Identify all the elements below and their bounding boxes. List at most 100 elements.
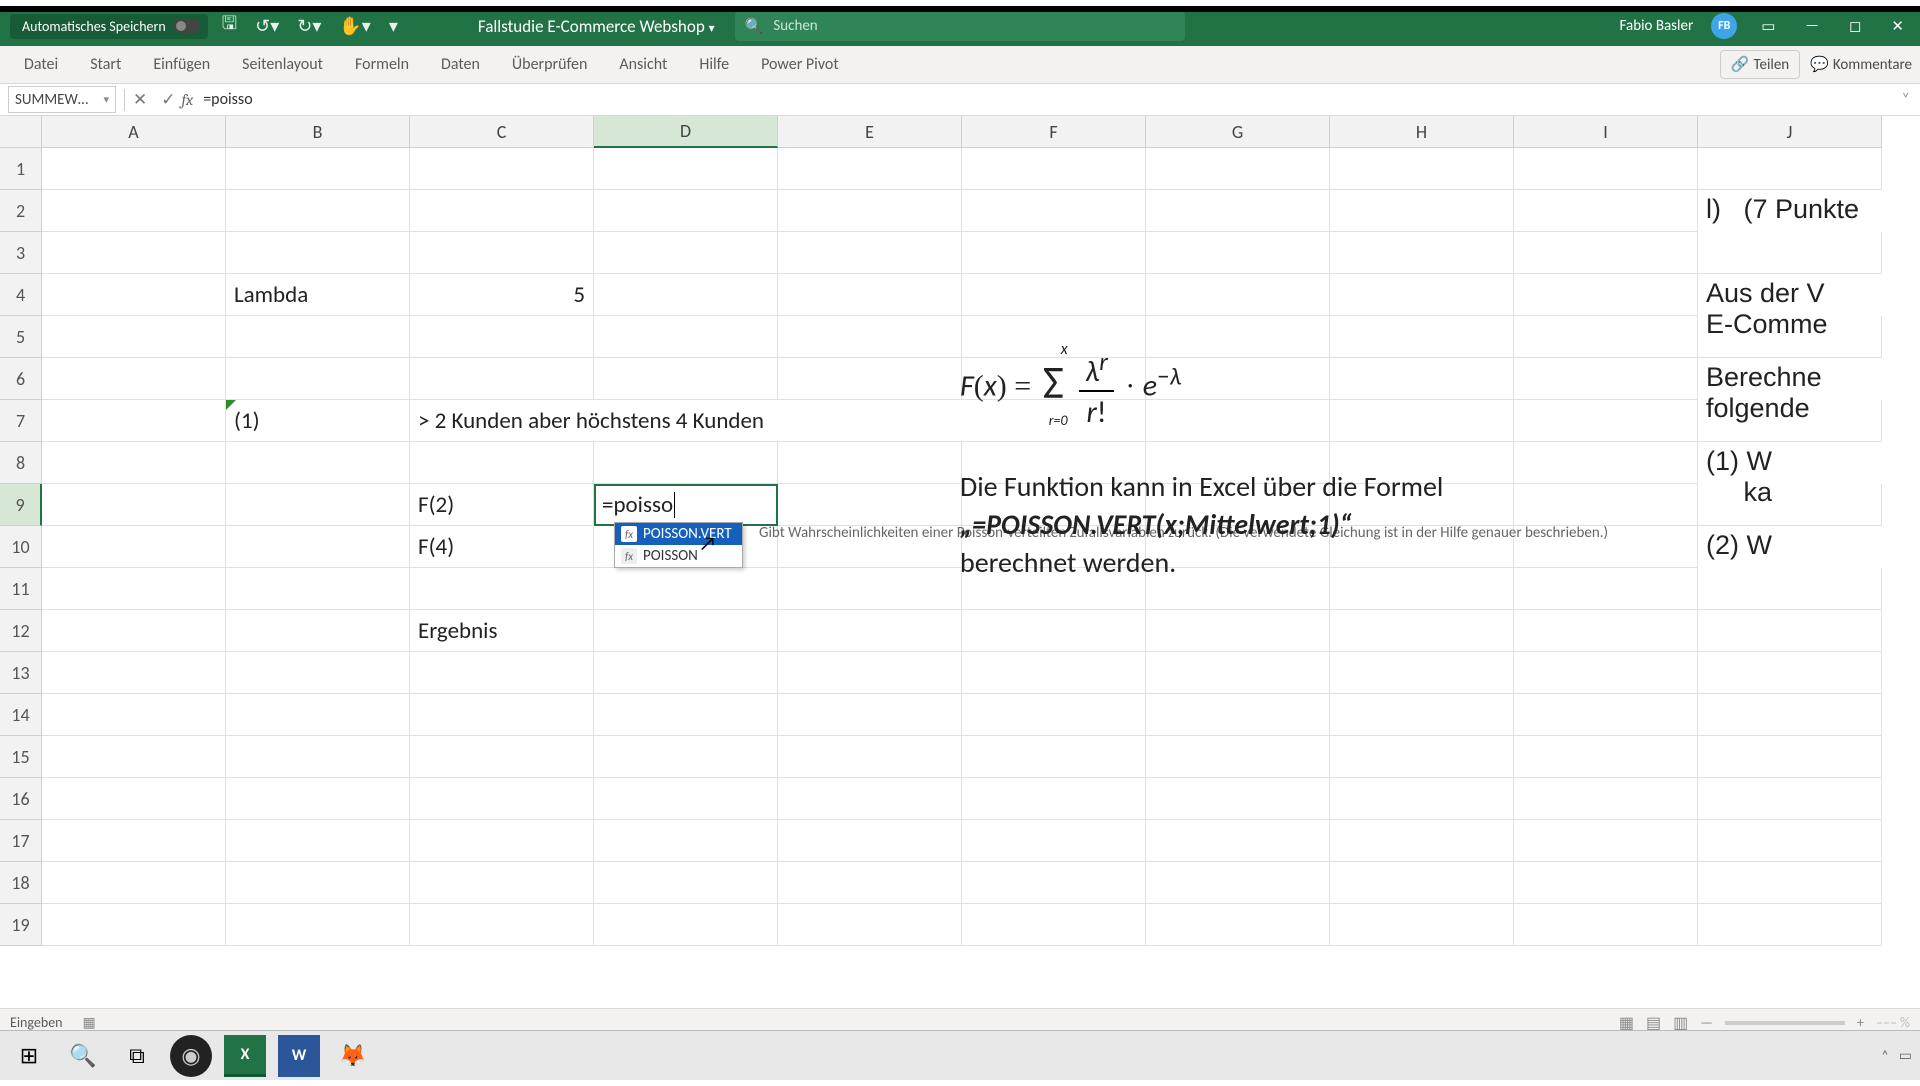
cell-H16[interactable] [1330, 778, 1514, 820]
cell-C2[interactable] [410, 190, 594, 232]
cell-F16[interactable] [962, 778, 1146, 820]
cell-D13[interactable] [594, 652, 778, 694]
cell-A12[interactable] [42, 610, 226, 652]
cell-H18[interactable] [1330, 862, 1514, 904]
cell-G12[interactable] [1146, 610, 1330, 652]
cell-H4[interactable] [1330, 274, 1514, 316]
cell-C7[interactable]: > 2 Kunden aber höchstens 4 Kunden [410, 400, 962, 442]
formula-expand-icon[interactable]: ˅ [1901, 90, 1910, 109]
cell-H1[interactable] [1330, 148, 1514, 190]
row-header-1[interactable]: 1 [0, 148, 42, 190]
cell-C13[interactable] [410, 652, 594, 694]
cell-B15[interactable] [226, 736, 410, 778]
cell-A10[interactable] [42, 526, 226, 568]
close-icon[interactable]: ✕ [1885, 17, 1910, 36]
cell-G15[interactable] [1146, 736, 1330, 778]
autocomplete-item[interactable]: fxPOISSON [615, 545, 742, 567]
cell-A5[interactable] [42, 316, 226, 358]
cell-I12[interactable] [1514, 610, 1698, 652]
cell-E8[interactable] [778, 442, 962, 484]
row-header-10[interactable]: 10 [0, 526, 42, 568]
cell-I3[interactable] [1514, 232, 1698, 274]
cell-C8[interactable] [410, 442, 594, 484]
row-header-17[interactable]: 17 [0, 820, 42, 862]
cell-I14[interactable] [1514, 694, 1698, 736]
cell-F2[interactable] [962, 190, 1146, 232]
cell-B5[interactable] [226, 316, 410, 358]
cell-I2[interactable] [1514, 190, 1698, 232]
cell-I7[interactable] [1514, 400, 1698, 442]
row-header-3[interactable]: 3 [0, 232, 42, 274]
column-header-I[interactable]: I [1514, 116, 1698, 148]
cell-I11[interactable] [1514, 568, 1698, 610]
fx-icon[interactable]: fx [182, 91, 194, 109]
start-button[interactable]: ⊞ [8, 1035, 50, 1077]
editing-cell[interactable]: =poisso [594, 484, 778, 526]
cell-E2[interactable] [778, 190, 962, 232]
cell-E17[interactable] [778, 820, 962, 862]
cell-D4[interactable] [594, 274, 778, 316]
cell-H5[interactable] [1330, 316, 1514, 358]
zoom-in-icon[interactable]: + [1857, 1014, 1864, 1031]
row-header-11[interactable]: 11 [0, 568, 42, 610]
cell-F13[interactable] [962, 652, 1146, 694]
save-icon[interactable]: 🖫 [222, 11, 237, 41]
cancel-formula-icon[interactable]: ✕ [133, 89, 147, 110]
ribbon-display-icon[interactable]: ▭ [1755, 17, 1781, 36]
cell-D2[interactable] [594, 190, 778, 232]
cell-D1[interactable] [594, 148, 778, 190]
cell-D17[interactable] [594, 820, 778, 862]
row-header-15[interactable]: 15 [0, 736, 42, 778]
cell-A9[interactable] [42, 484, 226, 526]
cell-I18[interactable] [1514, 862, 1698, 904]
cell-J19[interactable] [1698, 904, 1882, 946]
cell-F3[interactable] [962, 232, 1146, 274]
ribbon-tab-daten[interactable]: Daten [425, 47, 496, 82]
cell-C14[interactable] [410, 694, 594, 736]
cell-B1[interactable] [226, 148, 410, 190]
cell-G16[interactable] [1146, 778, 1330, 820]
cell-C5[interactable] [410, 316, 594, 358]
cell-I8[interactable] [1514, 442, 1698, 484]
name-box[interactable]: SUMMEW…▾ [8, 86, 116, 113]
cell-B10[interactable] [226, 526, 410, 568]
select-all-triangle[interactable] [0, 116, 42, 148]
ribbon-tab-power pivot[interactable]: Power Pivot [745, 47, 855, 82]
autocomplete-item[interactable]: fxPOISSON.VERT [615, 523, 742, 545]
cell-C12[interactable]: Ergebnis [410, 610, 594, 652]
cell-J13[interactable] [1698, 652, 1882, 694]
cell-B11[interactable] [226, 568, 410, 610]
cell-A11[interactable] [42, 568, 226, 610]
cell-B14[interactable] [226, 694, 410, 736]
row-header-5[interactable]: 5 [0, 316, 42, 358]
cell-B19[interactable] [226, 904, 410, 946]
cell-I1[interactable] [1514, 148, 1698, 190]
qat-customize-icon[interactable]: ▾ [389, 15, 398, 37]
cell-A13[interactable] [42, 652, 226, 694]
cell-F19[interactable] [962, 904, 1146, 946]
cell-C18[interactable] [410, 862, 594, 904]
cell-B12[interactable] [226, 610, 410, 652]
cell-F14[interactable] [962, 694, 1146, 736]
cell-G13[interactable] [1146, 652, 1330, 694]
ribbon-tab-einfügen[interactable]: Einfügen [137, 47, 226, 82]
row-header-4[interactable]: 4 [0, 274, 42, 316]
cell-F4[interactable] [962, 274, 1146, 316]
cell-C15[interactable] [410, 736, 594, 778]
cell-B17[interactable] [226, 820, 410, 862]
cell-A3[interactable] [42, 232, 226, 274]
cell-A6[interactable] [42, 358, 226, 400]
cell-E1[interactable] [778, 148, 962, 190]
cell-A19[interactable] [42, 904, 226, 946]
cell-H14[interactable] [1330, 694, 1514, 736]
cell-C3[interactable] [410, 232, 594, 274]
cell-C19[interactable] [410, 904, 594, 946]
cell-J16[interactable] [1698, 778, 1882, 820]
cell-E6[interactable] [778, 358, 962, 400]
minimize-icon[interactable]: — [1799, 17, 1825, 35]
autosave-toggle[interactable]: Automatisches Speichern [10, 14, 208, 39]
cell-B9[interactable] [226, 484, 410, 526]
taskview-icon[interactable]: ⧉ [116, 1035, 158, 1077]
cell-J11[interactable] [1698, 568, 1882, 610]
cell-D15[interactable] [594, 736, 778, 778]
